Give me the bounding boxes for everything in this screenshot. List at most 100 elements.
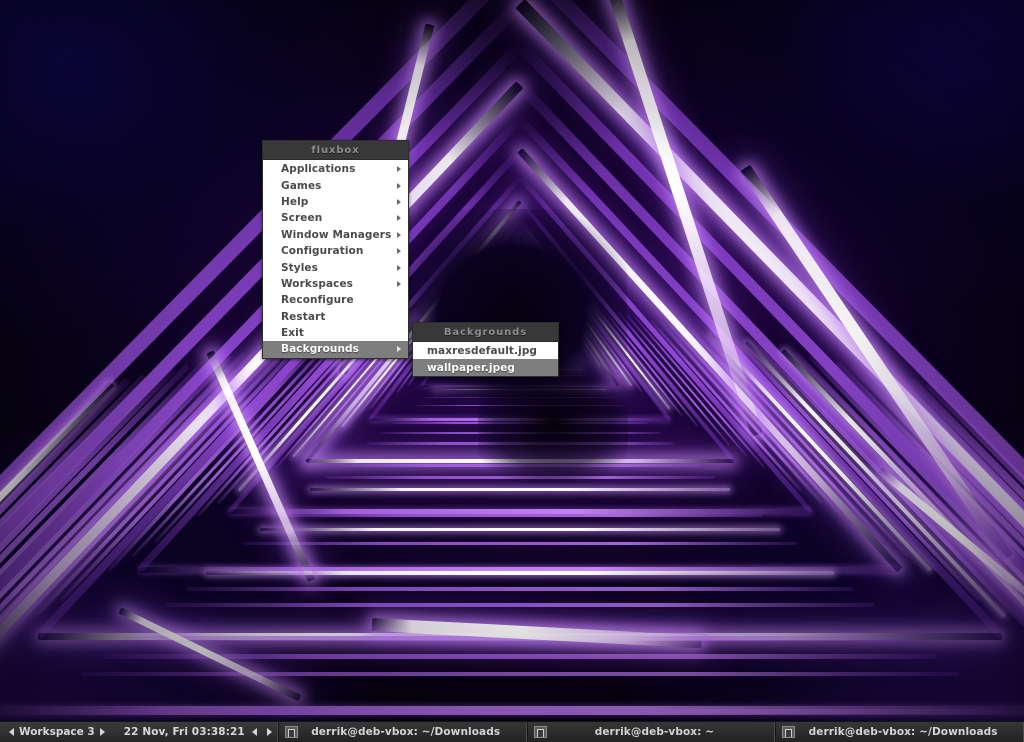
taskbar-window-label: derrik@deb-vbox: ~	[551, 726, 769, 738]
menu-item-exit[interactable]: Exit	[263, 325, 408, 341]
toolbar-clock[interactable]: 22 Nov, Fri 03:38:21	[112, 722, 247, 742]
menu-item-backgrounds[interactable]: Backgrounds	[263, 341, 408, 357]
tunnel-rung-left	[131, 330, 340, 557]
taskbar-window-button[interactable]: derrik@deb-vbox: ~/Downloads	[278, 722, 527, 742]
backgrounds-submenu[interactable]: Backgrounds maxresdefault.jpg wallpaper.j…	[412, 322, 559, 377]
tunnel-rung-left	[0, 381, 115, 742]
tunnel-rung-floor	[186, 587, 854, 591]
tunnel-rung-right	[745, 340, 1006, 617]
taskbar-window-label: derrik@deb-vbox: ~/Downloads	[799, 726, 1017, 738]
menu-item-label: Workspaces	[281, 278, 353, 290]
tunnel-rung-right	[633, 315, 765, 468]
tunnel-rung-left	[154, 328, 351, 543]
tunnel-rung-right	[710, 333, 932, 572]
menu-item-label: Screen	[281, 212, 322, 224]
tunnel-rung-right	[625, 313, 748, 457]
tunnel-rung-left	[0, 364, 190, 742]
menu-item-workspaces[interactable]: Workspaces	[263, 276, 408, 292]
submenu-item-maxresdefault-jpg[interactable]: maxresdefault.jpg	[413, 343, 558, 359]
tunnel-rung-right	[850, 364, 1024, 742]
tunnel-rung-right	[808, 355, 1024, 702]
menu-item-styles[interactable]: Styles	[263, 259, 408, 275]
menu-item-applications[interactable]: Applications	[263, 161, 408, 177]
menu-item-label: Restart	[281, 311, 325, 323]
terminal-window-icon	[534, 726, 547, 738]
fluxbox-root-menu[interactable]: fluxbox Applications Games Help Screen Windo…	[262, 140, 409, 359]
tunnel-rung-right	[669, 323, 843, 516]
tunnel-rung-left	[0, 367, 176, 742]
menu-item-label: wallpaper.jpeg	[427, 362, 515, 374]
menu-item-label: maxresdefault.jpg	[427, 345, 537, 357]
tunnel-rung-right	[689, 328, 886, 543]
tunnel-rung-right	[757, 343, 1024, 633]
desktop-root-window[interactable]: fluxbox Applications Games Help Screen Windo…	[0, 0, 1024, 742]
workspace-label: Workspace 3	[19, 726, 95, 738]
tunnel-ring-edge-base	[38, 633, 1001, 640]
menu-item-configuration[interactable]: Configuration	[263, 243, 408, 259]
tunnel-rung-right	[894, 374, 1024, 742]
clock-label: 22 Nov, Fri 03:38:21	[124, 726, 245, 738]
taskbar-window-button[interactable]: derrik@deb-vbox: ~/Downloads	[775, 722, 1024, 742]
tunnel-rung-floor	[125, 636, 916, 640]
tunnel-rung-left	[60, 338, 308, 602]
tunnel-rung-right	[782, 349, 1024, 667]
submenu-title: Backgrounds	[413, 323, 558, 342]
submenu-arrow-icon	[397, 183, 401, 189]
menu-item-window-managers[interactable]: Window Managers	[263, 227, 408, 243]
tunnel-rung-right	[795, 352, 1024, 685]
menu-item-help[interactable]: Help	[263, 194, 408, 210]
taskbar-window-list: derrik@deb-vbox: ~/Downloads derrik@deb-v…	[278, 722, 1024, 742]
tunnel-rung-left	[0, 361, 205, 739]
tunnel-rung-left	[0, 349, 258, 667]
menu-item-label: Styles	[281, 262, 318, 274]
workspace-next-icon[interactable]	[100, 728, 105, 736]
tunnel-rung-right	[910, 378, 1024, 742]
tunnel-rung-floor	[206, 571, 834, 575]
tunnel-rung-left	[0, 378, 130, 742]
menu-item-restart[interactable]: Restart	[263, 309, 408, 325]
root-menu-title: fluxbox	[263, 141, 408, 160]
workspace-switcher[interactable]: Workspace 3	[0, 722, 112, 742]
menu-item-label: Window Managers	[281, 229, 391, 241]
tunnel-rung-left	[0, 374, 146, 742]
submenu-item-wallpaper-jpeg[interactable]: wallpaper.jpeg	[413, 359, 558, 375]
tunnel-rung-left	[0, 355, 232, 702]
tunnel-ring-edge-base	[229, 509, 810, 514]
tunnel-rung-floor	[260, 528, 780, 531]
taskbar-window-label: derrik@deb-vbox: ~/Downloads	[302, 726, 520, 738]
menu-item-label: Applications	[281, 163, 355, 175]
window-cycle-controls[interactable]	[247, 722, 277, 742]
tunnel-rung-right	[660, 321, 823, 504]
menu-item-label: Games	[281, 180, 322, 192]
menu-item-screen[interactable]: Screen	[263, 210, 408, 226]
tunnel-rung-right	[925, 381, 1024, 742]
neon-strip-left	[206, 350, 315, 582]
submenu-arrow-icon	[397, 346, 401, 352]
wallpaper-vanishing-point-secondary	[478, 363, 628, 483]
tunnel-rung-floor	[34, 709, 1005, 714]
wallpaper-corner-glow-top-right	[664, 0, 1024, 300]
menu-item-games[interactable]: Games	[263, 177, 408, 193]
submenu-arrow-icon	[397, 232, 401, 238]
fluxbox-toolbar[interactable]: Workspace 3 22 Nov, Fri 03:38:21 derrik@…	[0, 721, 1024, 742]
workspace-prev-icon[interactable]	[9, 728, 14, 736]
menu-item-reconfigure[interactable]: Reconfigure	[263, 292, 408, 308]
neon-strip-lower-right	[877, 467, 1024, 615]
taskbar-window-button[interactable]: derrik@deb-vbox: ~	[527, 722, 776, 742]
tunnel-rung-floor	[166, 603, 873, 607]
neon-strip-right	[740, 165, 1013, 561]
tunnel-rung-left	[0, 352, 245, 685]
tunnel-rung-right	[864, 367, 1024, 742]
submenu-arrow-icon	[397, 215, 401, 221]
menu-item-label: Reconfigure	[281, 294, 354, 306]
root-menu-item-list: Applications Games Help Screen Window Manage…	[263, 160, 408, 358]
terminal-window-icon	[285, 726, 298, 738]
submenu-arrow-icon	[397, 248, 401, 254]
menu-item-label: Backgrounds	[281, 343, 359, 355]
window-next-icon[interactable]	[267, 728, 272, 736]
window-prev-icon[interactable]	[252, 728, 257, 736]
tunnel-rung-right	[617, 312, 731, 447]
submenu-arrow-icon	[397, 265, 401, 271]
neon-strip-lower-left	[118, 607, 301, 701]
tunnel-rung-right	[650, 319, 802, 491]
